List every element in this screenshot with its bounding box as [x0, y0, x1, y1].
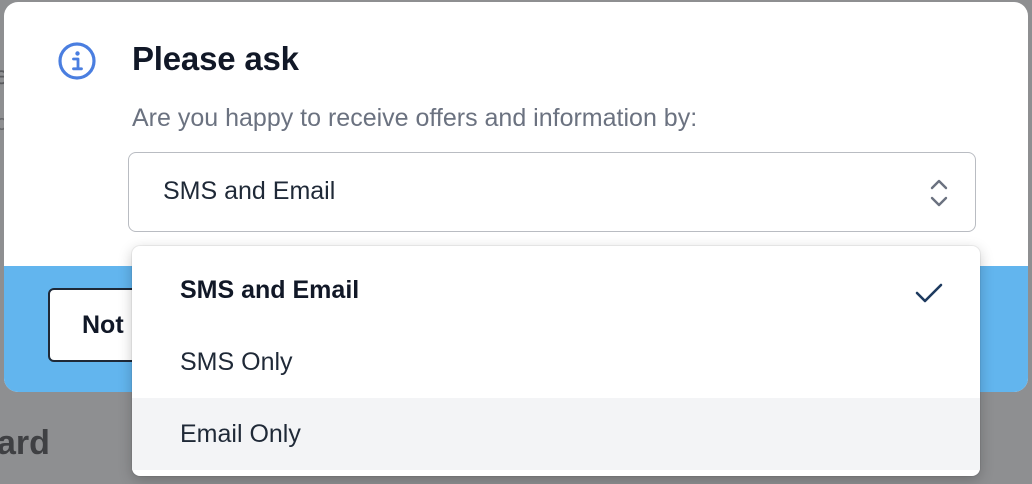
dialog-question: Are you happy to receive offers and info… [132, 104, 698, 132]
option-label: SMS and Email [180, 275, 360, 304]
option-sms-only[interactable]: SMS Only [132, 326, 980, 398]
select-dropdown-menu: SMS and Email SMS Only Email Only [132, 246, 980, 476]
option-sms-and-email[interactable]: SMS and Email [132, 254, 980, 326]
contact-preference-select[interactable]: SMS and Email [128, 152, 976, 232]
option-email-only[interactable]: Email Only [132, 398, 980, 470]
info-icon [58, 42, 96, 80]
background-heading: ard [0, 424, 50, 462]
chevron-up-down-icon [930, 179, 948, 207]
dialog-title: Please ask [132, 40, 299, 77]
option-label: Email Only [180, 419, 301, 448]
check-icon [915, 283, 943, 303]
screen: e c ard Please ask Are you happy to rece… [0, 0, 1032, 484]
option-label: SMS Only [180, 347, 293, 376]
select-current-value: SMS and Email [163, 177, 336, 205]
